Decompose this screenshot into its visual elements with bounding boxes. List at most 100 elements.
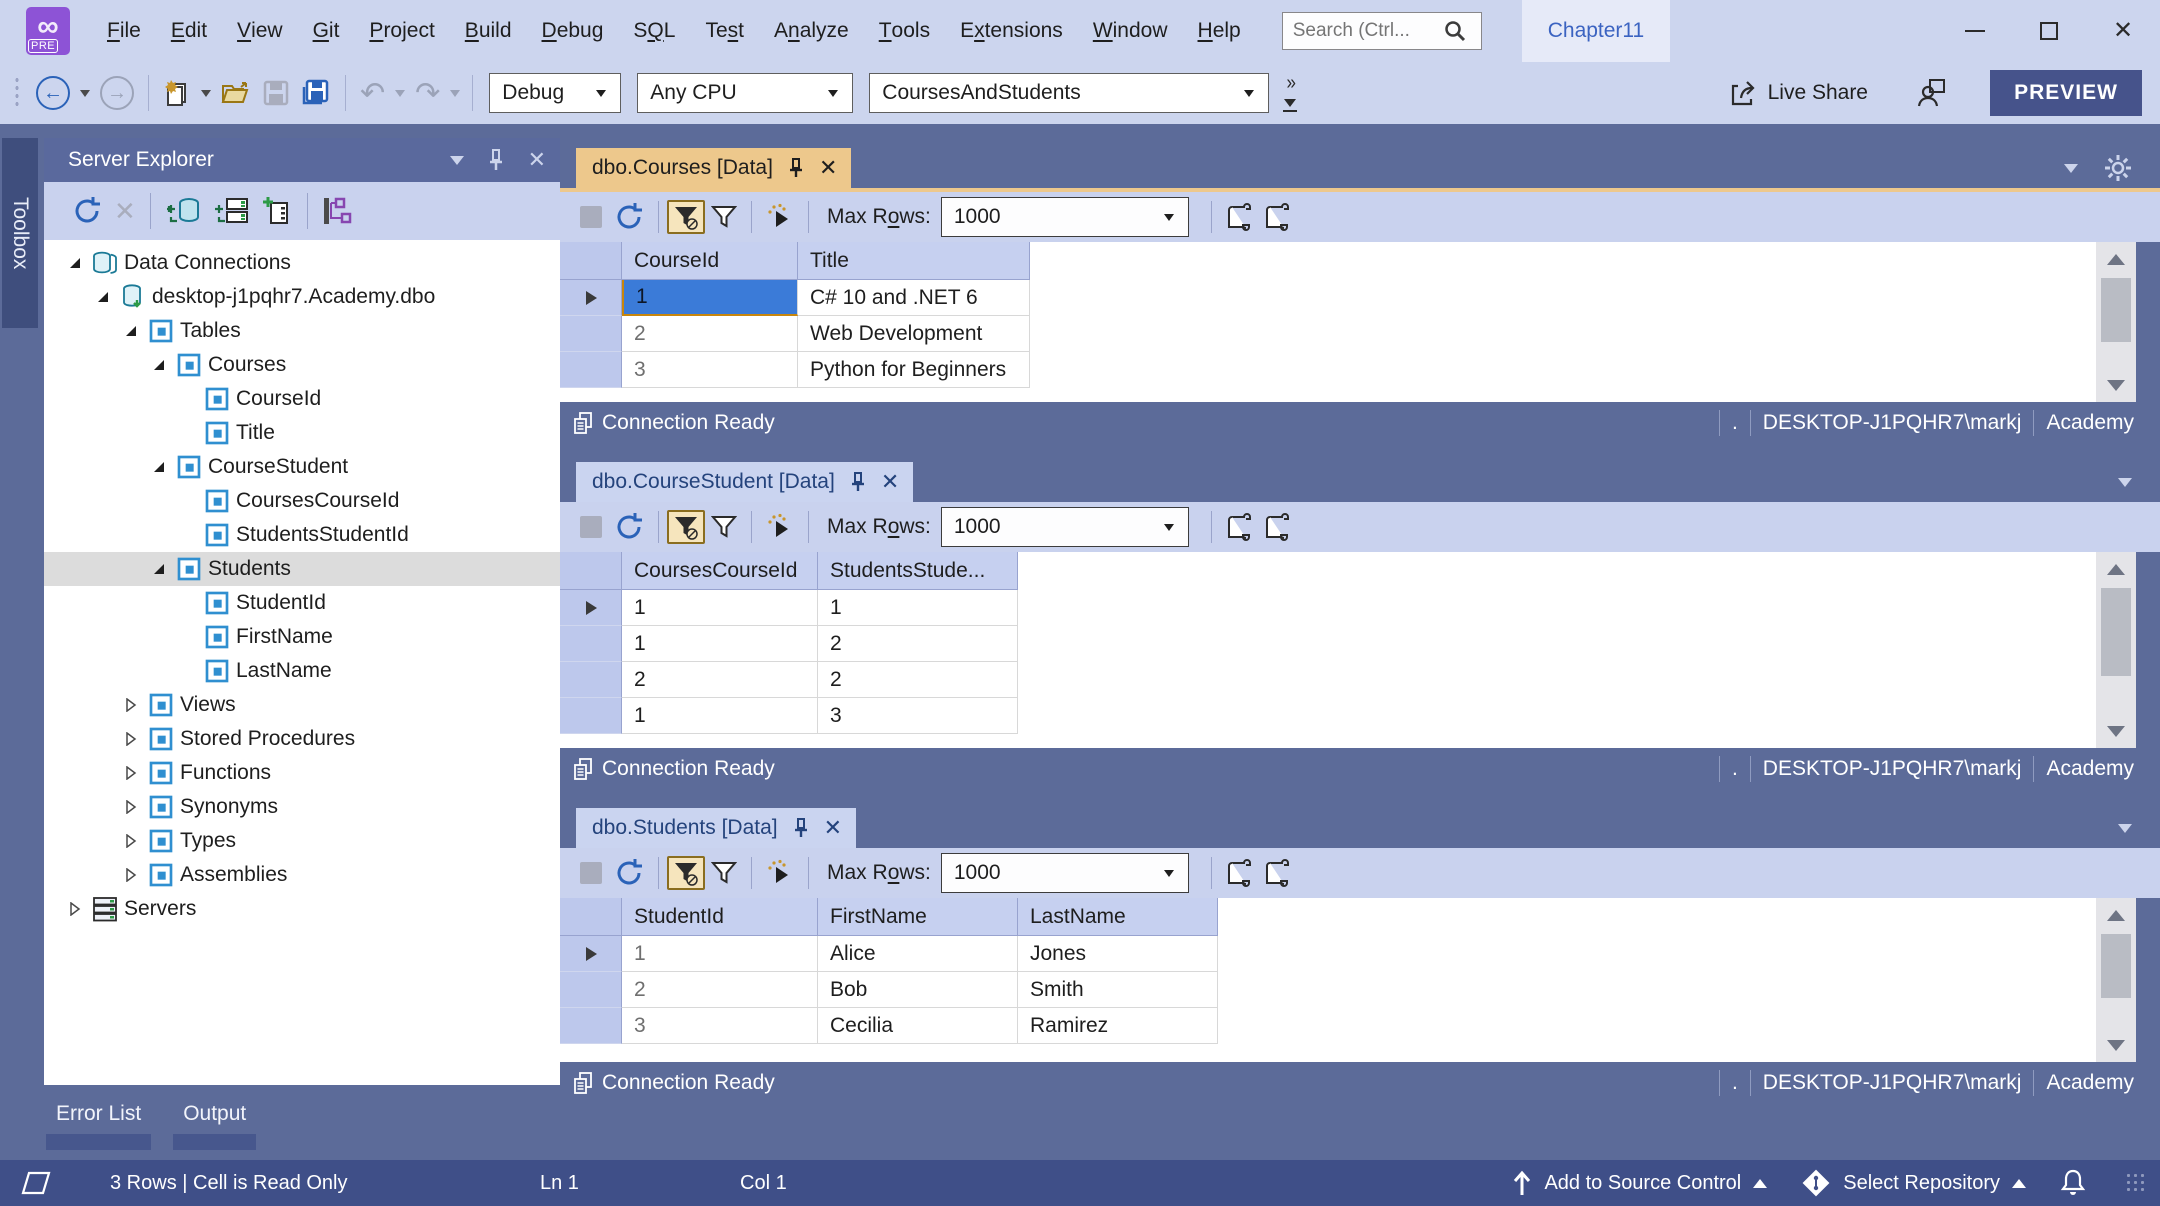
search-box[interactable] <box>1282 12 1482 50</box>
filter-button[interactable] <box>705 195 743 239</box>
twisty[interactable] <box>116 868 146 882</box>
data-cell[interactable]: 2 <box>622 316 798 352</box>
close-button[interactable]: ✕ <box>2086 0 2160 62</box>
tree-item-views[interactable]: Views <box>44 688 560 722</box>
twisty[interactable] <box>144 460 174 474</box>
scroll-down-arrow[interactable] <box>2096 714 2136 748</box>
tree-item-assemblies[interactable]: Assemblies <box>44 858 560 892</box>
filter-applied-button[interactable] <box>667 856 705 890</box>
back-dropdown-icon[interactable] <box>80 90 90 97</box>
tree-item-courseid[interactable]: CourseId <box>44 382 560 416</box>
data-cell[interactable]: Web Development <box>798 316 1030 352</box>
column-header-coursescourseid[interactable]: CoursesCourseId <box>622 552 818 590</box>
expanded-twisty-icon[interactable] <box>96 290 110 304</box>
pin-icon[interactable] <box>849 472 867 492</box>
refresh-icon[interactable] <box>66 189 108 233</box>
data-cell[interactable]: 1 <box>622 590 818 626</box>
data-cell[interactable]: 1 <box>818 590 1018 626</box>
data-cell[interactable]: 1 <box>622 280 798 316</box>
script-to-file-button[interactable] <box>1220 851 1258 895</box>
maximize-button[interactable] <box>2012 0 2086 62</box>
tree-item-stored-procedures[interactable]: Stored Procedures <box>44 722 560 756</box>
data-cell[interactable]: Alice <box>818 936 1018 972</box>
document-dropdown-icon[interactable] <box>2118 478 2132 487</box>
tree-item-coursestudent[interactable]: CourseStudent <box>44 450 560 484</box>
menu-item-file[interactable]: File <box>92 0 156 62</box>
twisty[interactable] <box>60 256 90 270</box>
data-cell[interactable]: 3 <box>818 698 1018 734</box>
connect-to-database-icon[interactable] <box>159 189 207 233</box>
expanded-twisty-icon[interactable] <box>152 460 166 474</box>
add-to-source-control-button[interactable]: Add to Source Control <box>1512 1170 1767 1196</box>
script-to-file-button[interactable] <box>1220 505 1258 549</box>
twisty[interactable] <box>144 562 174 576</box>
hierarchy-view-icon[interactable] <box>316 189 360 233</box>
pin-icon[interactable] <box>792 818 810 838</box>
data-cell[interactable]: 3 <box>622 352 798 388</box>
data-cell[interactable]: 3 <box>622 1008 818 1044</box>
stop-refresh-icon[interactable]: ✕ <box>108 189 142 233</box>
new-file-button[interactable] <box>157 71 197 115</box>
data-cell[interactable]: Bob <box>818 972 1018 1008</box>
new-file-dropdown-icon[interactable] <box>201 90 211 97</box>
column-header-lastname[interactable]: LastName <box>1018 898 1218 936</box>
collapsed-twisty-icon[interactable] <box>124 868 138 882</box>
menu-item-view[interactable]: View <box>222 0 298 62</box>
tree-item-firstname[interactable]: FirstName <box>44 620 560 654</box>
data-cell[interactable]: Cecilia <box>818 1008 1018 1044</box>
twisty[interactable] <box>116 766 146 780</box>
row-header-cell[interactable] <box>560 1008 622 1044</box>
twisty[interactable] <box>116 834 146 848</box>
menu-item-git[interactable]: Git <box>298 0 355 62</box>
tree-item-lastname[interactable]: LastName <box>44 654 560 688</box>
window-position-icon[interactable] <box>450 156 464 165</box>
bottom-tab-output[interactable]: Output <box>173 1102 256 1150</box>
document-dropdown-icon[interactable] <box>2064 164 2078 173</box>
twisty[interactable] <box>116 324 146 338</box>
refresh-button[interactable] <box>608 195 650 239</box>
tab-close-icon[interactable]: ✕ <box>881 471 899 493</box>
column-header-firstname[interactable]: FirstName <box>818 898 1018 936</box>
column-header-studentid[interactable]: StudentId <box>622 898 818 936</box>
twisty[interactable] <box>116 732 146 746</box>
twisty[interactable] <box>116 698 146 712</box>
menu-item-tools[interactable]: Tools <box>864 0 945 62</box>
menu-item-analyze[interactable]: Analyze <box>759 0 864 62</box>
row-header-cell[interactable] <box>560 352 622 388</box>
solution-platform-combo[interactable]: Any CPU <box>637 73 853 113</box>
tree-item-courses[interactable]: Courses <box>44 348 560 382</box>
data-cell[interactable]: 2 <box>818 662 1018 698</box>
twisty[interactable] <box>144 358 174 372</box>
solution-configuration-combo[interactable]: Debug <box>489 73 621 113</box>
data-cell[interactable]: 2 <box>622 662 818 698</box>
tab-close-icon[interactable]: ✕ <box>824 817 842 839</box>
tree-item-data-connections[interactable]: Data Connections <box>44 246 560 280</box>
collapsed-twisty-icon[interactable] <box>124 698 138 712</box>
script-to-clipboard-button[interactable] <box>1258 195 1296 239</box>
scrollbar-thumb[interactable] <box>2101 934 2131 998</box>
collapsed-twisty-icon[interactable] <box>124 766 138 780</box>
expanded-twisty-icon[interactable] <box>152 562 166 576</box>
undo-button[interactable]: ↶ <box>354 71 391 115</box>
refresh-button[interactable] <box>608 851 650 895</box>
data-cell[interactable]: Smith <box>1018 972 1218 1008</box>
data-cell[interactable]: 1 <box>622 698 818 734</box>
data-cell[interactable]: Ramirez <box>1018 1008 1218 1044</box>
menu-item-test[interactable]: Test <box>690 0 759 62</box>
save-all-button[interactable] <box>295 71 337 115</box>
refresh-button[interactable] <box>608 505 650 549</box>
connect-to-server-icon[interactable] <box>207 189 255 233</box>
row-header-cell[interactable] <box>560 972 622 1008</box>
scrollbar-thumb[interactable] <box>2101 278 2131 342</box>
max-rows-combo[interactable]: 1000 <box>941 507 1189 547</box>
account-icon[interactable] <box>1910 71 1954 115</box>
twisty[interactable] <box>60 902 90 916</box>
menu-item-build[interactable]: Build <box>450 0 527 62</box>
filter-button[interactable] <box>705 505 743 549</box>
scroll-up-arrow[interactable] <box>2096 552 2136 586</box>
close-icon[interactable]: ✕ <box>528 147 546 173</box>
menu-item-debug[interactable]: Debug <box>527 0 619 62</box>
script-to-file-button[interactable] <box>1220 195 1258 239</box>
tree-item-functions[interactable]: Functions <box>44 756 560 790</box>
stop-button[interactable] <box>574 851 608 895</box>
